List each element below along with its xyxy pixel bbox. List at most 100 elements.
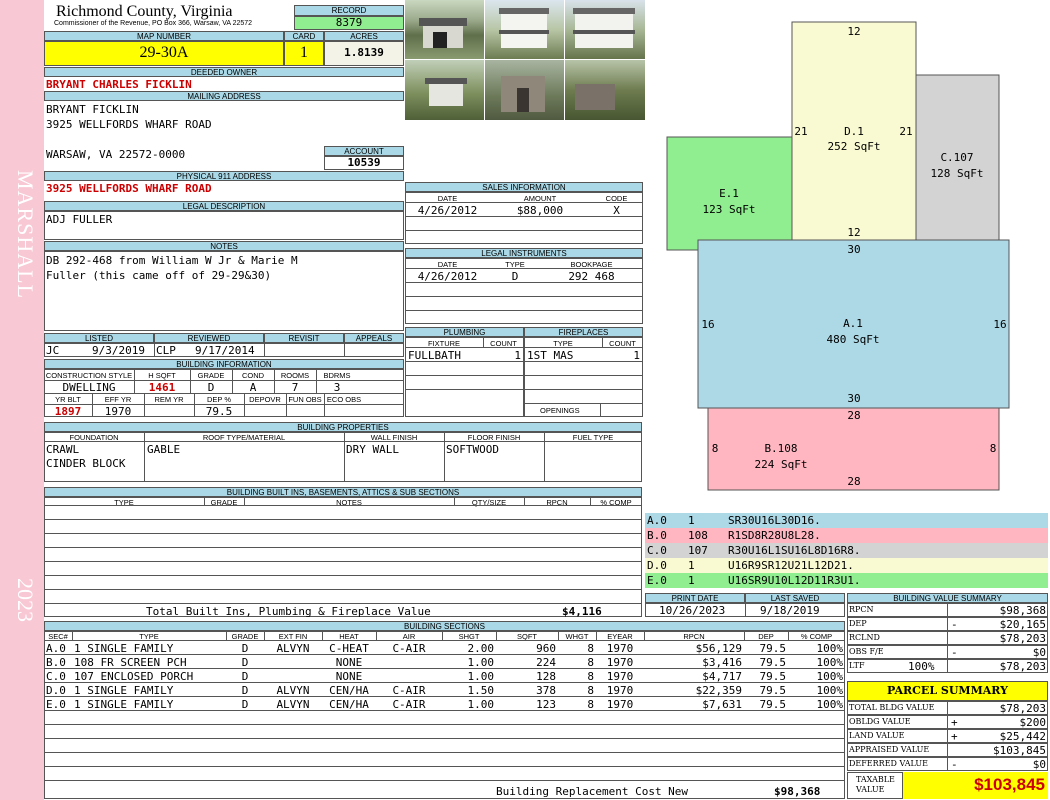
sec-cell-1-7: 224 [536,656,556,669]
sec-cell-2-12: 100% [816,670,844,683]
bi2-col-5: FUN OBS [288,395,322,404]
notes-label: NOTES [44,241,404,251]
roof-type: GABLE [147,443,181,456]
legend-sec-4: E.0 [647,574,667,587]
sec-cell-3-8: 8 [587,684,594,697]
bt-sep-4 [524,497,525,505]
vs-key-4: LTF [849,661,865,670]
bi2-sep-3 [194,393,195,417]
sec-cell-3-12: 100% [816,684,844,697]
legend-sec-1: B.0 [647,529,667,542]
bi-col-4: ROOMS [280,371,310,380]
building-properties-label: BUILDING PROPERTIES [44,422,642,432]
fireplaces-label: FIREPLACES [524,327,643,337]
property-photos [405,0,645,120]
mailing-line-3: WARSAW, VA 22572-0000 [46,148,186,161]
sec-cell-1-0: B.0 [46,656,66,669]
built-ins-total: $4,116 [562,605,602,618]
sketch-label-e1: E.1 [719,187,739,200]
bi2-val-0: 1897 [54,405,82,418]
sketch-label-c107: C.107 [940,151,973,164]
plumbing-label: PLUMBING [405,327,524,337]
sec-cell-2-6: 1.00 [467,670,495,683]
taxable-value: $103,845 [902,772,1048,799]
openings-label: OPENINGS [540,406,580,415]
sec-sep-7 [496,631,497,640]
dim-d-right: 21 [899,125,912,138]
sec-cell-4-10: $7,631 [702,698,742,711]
building-info-label: BUILDING INFORMATION [44,359,404,369]
ps-val-4: $0 [1032,758,1046,771]
replacement-cost: $98,368 [774,785,821,798]
map-number-label: MAP NUMBER [44,31,284,41]
built-ins-total-label: Total Built Ins, Plumbing & Fireplace Va… [146,605,431,618]
legend-code-2: 107 [688,544,708,557]
owner-name: BRYANT CHARLES FICKLIN [46,78,192,91]
card-number: 1 [284,41,324,66]
built-ins-label: BUILDING BUILT INS, BASEMENTS, ATTICS & … [44,487,642,497]
legal-instruments-label: LEGAL INSTRUMENTS [405,248,643,258]
sec-line-9 [44,766,845,767]
sec-cell-3-5: C-AIR [392,684,426,697]
photo-shed [485,60,564,120]
bt-sep-3 [454,497,455,505]
sec-cell-0-0: A.0 [46,642,66,655]
plumb-col-0: FIXTURE [427,339,461,348]
floor-finish: SOFTWOOD [446,443,499,456]
map-number: 29-30A [44,41,284,66]
dim-d-top: 12 [847,25,860,38]
sec-line-10 [44,780,845,781]
bt-sep-1 [204,497,205,505]
bp-col-1: ROOF TYPE/MATERIAL [202,433,286,442]
bi2-sep-4 [244,393,245,417]
physical-address-label: PHYSICAL 911 ADDRESS [44,171,404,181]
sec-cell-4-5: C-AIR [392,698,426,711]
sec-cell-0-1: 1 SINGLE FAMILY [74,642,174,655]
sec-cell-1-12: 100% [816,656,844,669]
ps-val-0: $78,203 [999,702,1046,715]
bi-sep-5 [316,369,317,393]
sec-cell-2-4: NONE [335,670,363,683]
legend-code-3: 1 [688,559,695,572]
building-sketch: D.1 252 SqFt C.107 128 SqFt E.1 123 SqFt… [666,21,1010,491]
bi-col-5: BDRMS [323,371,351,380]
bi2-col-6: ECO OBS [326,395,362,404]
sketch-sqft-e1: 123 SqFt [703,203,756,216]
bi-sep-2 [190,369,191,393]
vs-val-3: $0 [1032,646,1046,659]
sec-cell-0-10: $56,129 [695,642,742,655]
bi-val-3: A [249,381,257,394]
sec-sep-3 [264,631,265,640]
vs-val-1: $20,165 [999,618,1046,631]
sales-col-1: AMOUNT [523,194,557,203]
notes-line-2: Fuller (this came off of 29-29&30) [46,269,272,282]
notes-line-1: DB 292-468 from William W Jr & Marie M [46,254,298,267]
ps-val-2: $25,442 [999,730,1046,743]
sec-cell-0-2: D [241,642,249,655]
sec-cell-1-11: 79.5 [759,656,787,669]
sec-sep-6 [442,631,443,640]
commissioner-line: Commissioner of the Revenue, PO Box 366,… [54,20,253,27]
card-label: CARD [284,31,324,41]
sec-cell-4-7: 123 [536,698,556,711]
value-summary-label: BUILDING VALUE SUMMARY [847,593,1048,603]
sketch-label-a1: A.1 [843,317,863,330]
bt-line-7 [44,603,642,604]
revisit-label: REVISIT [264,333,344,343]
vs-val-2: $78,203 [999,632,1046,645]
sec-cell-3-2: D [241,684,249,697]
sec-cell-0-12: 100% [816,642,844,655]
bt-line-1 [44,519,642,520]
parcel-summary-label: PARCEL SUMMARY [847,681,1048,701]
wall-finish: DRY WALL [346,443,399,456]
vs-val-4: $78,203 [999,660,1046,673]
bt-line-3 [44,547,642,548]
dim-a-left: 16 [701,318,714,331]
sec-cell-4-3: ALVYN [276,698,310,711]
sec-sep-11 [744,631,745,640]
dim-b-top: 28 [847,409,860,422]
sec-sep-12 [788,631,789,640]
print-date: 10/26/2023 [659,604,726,617]
legend-row-0 [645,513,1048,528]
dim-a-top: 30 [847,243,860,256]
